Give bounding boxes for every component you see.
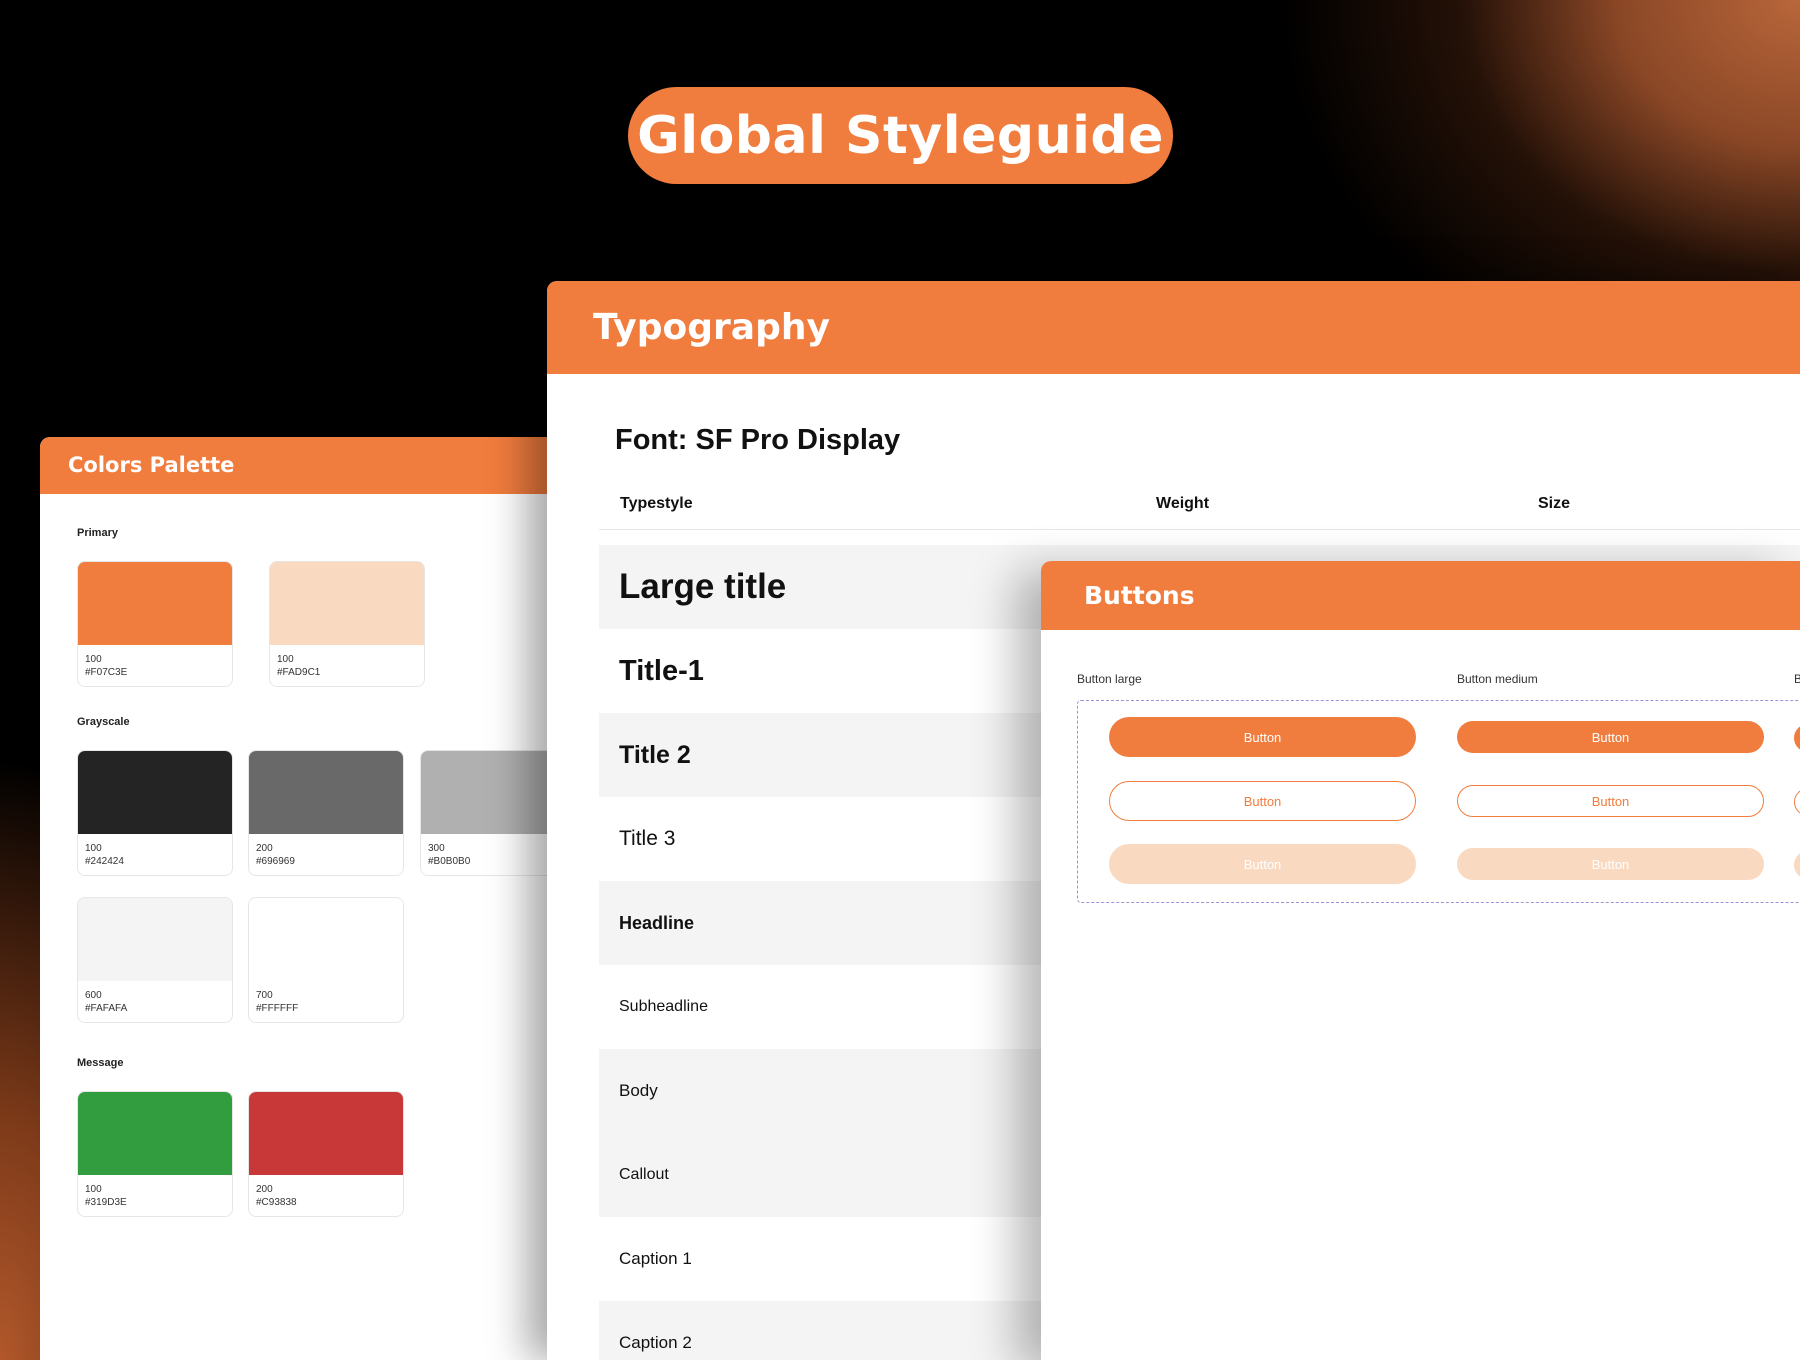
type-row-label: Title 2 <box>619 740 691 769</box>
swatch-level: 100 <box>85 843 102 854</box>
header-divider <box>599 529 1800 530</box>
colors-palette-panel: Colors Palette Primary 100 #F07C3E 100 #… <box>40 437 600 1360</box>
color-chip <box>249 1092 403 1175</box>
swatch-primary-light-100[interactable]: 100 #FAD9C1 <box>269 561 425 687</box>
swatch-meta: 100 #242424 <box>78 834 232 868</box>
swatch-hex: #FAD9C1 <box>277 667 321 678</box>
swatch-gray-600[interactable]: 600 #FAFAFA <box>77 897 233 1023</box>
swatch-hex: #696969 <box>256 856 295 867</box>
type-row-label: Headline <box>619 912 695 933</box>
type-row-label: Body <box>619 1081 658 1100</box>
color-chip <box>78 898 232 981</box>
type-row-label: Large title <box>619 567 787 606</box>
button-large-disabled[interactable]: Button <box>1109 844 1416 884</box>
column-header-size: Size <box>1538 495 1571 512</box>
label-button-small: B <box>1794 672 1800 686</box>
swatch-success-100[interactable]: 100 #319D3E <box>77 1091 233 1217</box>
label-button-large: Button large <box>1077 672 1142 686</box>
swatch-hex: #319D3E <box>85 1197 127 1208</box>
colors-palette-header: Colors Palette <box>40 437 600 494</box>
type-row-label: Subheadline <box>619 998 708 1015</box>
swatch-meta: 700 #FFFFFF <box>249 981 403 1015</box>
button-medium-primary[interactable]: Button <box>1457 721 1764 753</box>
swatch-primary-100[interactable]: 100 #F07C3E <box>77 561 233 687</box>
color-chip <box>270 562 424 645</box>
swatch-hex: #242424 <box>85 856 124 867</box>
swatch-meta: 200 #696969 <box>249 834 403 868</box>
swatch-level: 600 <box>85 990 102 1001</box>
swatch-level: 100 <box>277 654 294 665</box>
section-label-primary: Primary <box>77 527 118 539</box>
button-large-outline[interactable]: Button <box>1109 781 1416 821</box>
color-chip <box>78 751 232 834</box>
type-row-label: Title 3 <box>619 827 676 850</box>
label-button-medium: Button medium <box>1457 672 1538 686</box>
section-label-message: Message <box>77 1057 124 1069</box>
swatch-gray-700[interactable]: 700 #FFFFFF <box>248 897 404 1023</box>
swatch-level: 200 <box>256 843 273 854</box>
section-label-grayscale: Grayscale <box>77 716 130 728</box>
swatch-meta: 200 #C93838 <box>249 1175 403 1209</box>
swatch-hex: #F07C3E <box>85 667 128 678</box>
swatch-level: 100 <box>85 654 102 665</box>
swatch-error-200[interactable]: 200 #C93838 <box>248 1091 404 1217</box>
type-row-label: Caption 2 <box>619 1333 692 1352</box>
type-row-label: Callout <box>619 1166 669 1183</box>
column-header-typestyle: Typestyle <box>620 495 693 512</box>
swatch-level: 700 <box>256 990 273 1001</box>
button-large-primary[interactable]: Button <box>1109 717 1416 757</box>
swatch-meta: 100 #319D3E <box>78 1175 232 1209</box>
swatch-meta: 600 #FAFAFA <box>78 981 232 1015</box>
color-chip <box>78 562 232 645</box>
color-chip <box>249 751 403 834</box>
font-family-label: Font: SF Pro Display <box>615 424 901 456</box>
swatch-gray-100[interactable]: 100 #242424 <box>77 750 233 876</box>
buttons-header: Buttons <box>1041 561 1800 630</box>
type-row-label: Title-1 <box>619 654 704 687</box>
swatch-hex: #C93838 <box>256 1197 297 1208</box>
swatch-gray-200[interactable]: 200 #696969 <box>248 750 404 876</box>
swatch-meta: 100 #FAD9C1 <box>270 645 424 679</box>
column-header-weight: Weight <box>1156 495 1210 512</box>
page-title: Global Styleguide <box>628 87 1173 184</box>
typography-header: Typography <box>547 281 1800 374</box>
swatch-meta: 100 #F07C3E <box>78 645 232 679</box>
color-chip <box>78 1092 232 1175</box>
buttons-panel: Buttons Button large Button medium B But… <box>1041 561 1800 1360</box>
swatch-level: 100 <box>85 1184 102 1195</box>
color-chip <box>249 898 403 981</box>
swatch-hex: #FFFFFF <box>256 1003 299 1014</box>
button-medium-outline[interactable]: Button <box>1457 785 1764 817</box>
type-row-label: Caption 1 <box>619 1249 692 1268</box>
button-medium-disabled[interactable]: Button <box>1457 848 1764 880</box>
swatch-level: 200 <box>256 1184 273 1195</box>
swatch-hex: #FAFAFA <box>85 1003 128 1014</box>
